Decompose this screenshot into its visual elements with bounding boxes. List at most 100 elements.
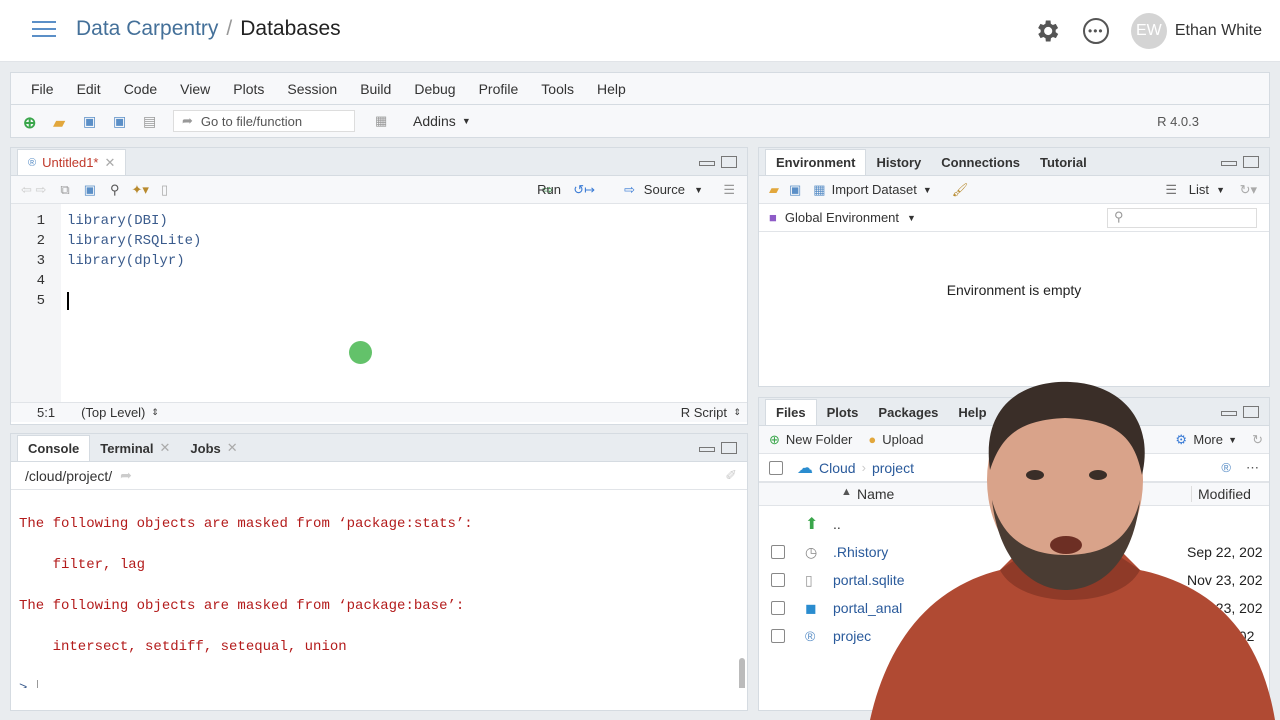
tab-history[interactable]: History <box>866 149 931 175</box>
editor-line: 3 library(dplyr) <box>11 253 185 273</box>
gear-icon[interactable] <box>1033 17 1061 45</box>
scope-dropdown-icon[interactable]: ▼ <box>907 213 916 223</box>
menu-build[interactable]: Build <box>360 81 391 97</box>
addins-dropdown-icon[interactable]: ▼ <box>462 116 471 126</box>
tab-untitled1[interactable]: ® Untitled1* ✕ <box>17 149 127 175</box>
menu-session[interactable]: Session <box>287 81 337 97</box>
back-icon[interactable]: ⇦ ⇨ <box>21 182 46 198</box>
file-checkbox[interactable] <box>771 601 785 615</box>
prompt-cursor <box>37 680 39 688</box>
load-workspace-icon[interactable]: ▰ <box>769 182 779 198</box>
console-pane: Console Terminal ✕ Jobs ✕ /cloud/project/ … <box>10 433 748 711</box>
space-link[interactable]: Data Carpentry <box>76 17 218 40</box>
save-workspace-icon[interactable]: ▣ <box>789 182 801 198</box>
file-checkbox[interactable] <box>771 629 785 643</box>
r-version[interactable]: R 4.0.3 <box>1157 114 1199 129</box>
menu-tools[interactable]: Tools <box>541 81 574 97</box>
menu-icon[interactable] <box>32 21 56 39</box>
source-dropdown-icon[interactable]: ▼ <box>694 185 703 195</box>
code-tools-icon[interactable]: ✦▾ <box>132 182 149 198</box>
menu-debug[interactable]: Debug <box>414 81 455 97</box>
search-icon: ⚲ <box>1114 209 1124 224</box>
minimize-icon[interactable] <box>1221 161 1237 166</box>
console-scrollbar[interactable] <box>739 658 745 688</box>
avatar[interactable]: EW <box>1130 13 1167 49</box>
console-line: The following objects are masked from ‘p… <box>19 598 465 614</box>
tab-terminal[interactable]: Terminal ✕ <box>90 435 180 461</box>
show-in-window-icon[interactable]: ⧉ <box>60 182 69 198</box>
console-tabbar: Console Terminal ✕ Jobs ✕ <box>11 434 747 462</box>
editor-line: 2 library(RSQLite) <box>11 233 202 253</box>
minimize-icon[interactable] <box>699 447 715 452</box>
env-empty-message: Environment is empty <box>946 282 1082 298</box>
goto-directory-icon[interactable]: ➦ <box>120 467 132 484</box>
console-prompt[interactable]: > <box>19 680 39 688</box>
menu-code[interactable]: Code <box>124 81 157 97</box>
maximize-icon[interactable] <box>1243 156 1259 168</box>
view-mode-dropdown-icon[interactable]: ▼ <box>1216 185 1225 195</box>
more-options-icon[interactable]: ••• <box>1082 18 1109 44</box>
open-file-icon[interactable]: ▰ <box>53 113 71 132</box>
grid-icon[interactable]: ▦ <box>375 113 393 129</box>
scope-selector[interactable]: (Top Level) <box>81 405 145 420</box>
line-number: 2 <box>36 233 45 249</box>
source-icon: ⇨ <box>624 181 635 197</box>
compile-icon[interactable]: ▯ <box>161 182 168 198</box>
editor-line: 1 library(DBI) <box>11 213 168 233</box>
code-editor[interactable]: 1 library(DBI) 2 library(RSQLite) 3 library… <box>11 204 747 402</box>
outline-icon[interactable]: ☰ <box>723 182 735 198</box>
refresh-icon[interactable]: ↻▾ <box>1240 182 1257 198</box>
file-checkbox[interactable] <box>771 545 785 559</box>
source-button[interactable]: Source <box>644 182 685 197</box>
select-all-checkbox[interactable] <box>769 460 783 475</box>
menu-edit[interactable]: Edit <box>77 81 101 97</box>
file-name[interactable]: .. <box>833 516 841 532</box>
tab-environment[interactable]: Environment <box>765 149 867 175</box>
console-output[interactable]: The following objects are masked from ‘p… <box>11 490 747 688</box>
tab-files[interactable]: Files <box>765 399 817 425</box>
close-icon[interactable]: ✕ <box>104 155 115 171</box>
print-icon[interactable]: ▤ <box>143 113 161 129</box>
menu-profile[interactable]: Profile <box>479 81 519 97</box>
goto-file-input[interactable]: ➦ Go to file/function <box>173 110 355 132</box>
addins-menu[interactable]: Addins <box>413 113 456 129</box>
scope-selector[interactable]: Global Environment <box>785 210 899 225</box>
maximize-icon[interactable] <box>721 156 737 168</box>
close-icon[interactable]: ✕ <box>160 440 171 456</box>
menu-help[interactable]: Help <box>597 81 626 97</box>
import-dropdown-icon[interactable]: ▼ <box>923 185 932 195</box>
close-icon[interactable]: ✕ <box>227 440 238 456</box>
user-name[interactable]: Ethan White <box>1175 22 1262 40</box>
menu-plots[interactable]: Plots <box>233 81 264 97</box>
file-type-dropdown-icon[interactable]: ⇕ <box>733 407 741 418</box>
file-checkbox[interactable] <box>771 573 785 587</box>
env-search-input[interactable]: ⚲ <box>1107 208 1257 228</box>
maximize-icon[interactable] <box>721 442 737 454</box>
tab-connections[interactable]: Connections <box>931 149 1030 175</box>
tab-tutorial[interactable]: Tutorial <box>1030 149 1097 175</box>
find-icon[interactable]: ⚲ <box>110 182 120 198</box>
console-line: filter, lag <box>19 557 146 573</box>
scope-dropdown-icon[interactable]: ⇕ <box>151 407 159 418</box>
rerun-icon[interactable]: ↺↦ <box>573 182 595 198</box>
save-icon[interactable]: ▣ <box>83 113 101 129</box>
import-dataset-button[interactable]: Import Dataset <box>832 182 917 197</box>
view-mode-selector[interactable]: List <box>1189 182 1209 197</box>
editor-statusbar: 5:1 (Top Level) ⇕ R Script ⇕ <box>11 402 747 422</box>
source-tabbar: ® Untitled1* ✕ <box>11 148 747 176</box>
save-all-icon[interactable]: ▣ <box>113 113 131 129</box>
new-folder-button[interactable]: New Folder <box>786 432 852 447</box>
menu-file[interactable]: File <box>31 81 54 97</box>
save-file-icon[interactable]: ▣ <box>84 182 96 198</box>
cloud-icon: ☁ <box>797 459 813 477</box>
menu-view[interactable]: View <box>180 81 210 97</box>
file-type-selector[interactable]: R Script <box>681 405 727 420</box>
env-scopebar: ■ Global Environment ▼ ⚲ <box>759 204 1269 232</box>
tab-jobs[interactable]: Jobs ✕ <box>180 435 247 461</box>
clear-console-icon[interactable]: ✐ <box>725 467 737 484</box>
clear-objects-icon[interactable]: 🖌 <box>952 182 969 198</box>
run-button[interactable]: Run <box>537 182 561 197</box>
tab-console[interactable]: Console <box>17 435 91 461</box>
new-file-icon[interactable]: ⊕ <box>23 113 41 132</box>
minimize-icon[interactable] <box>699 161 715 166</box>
